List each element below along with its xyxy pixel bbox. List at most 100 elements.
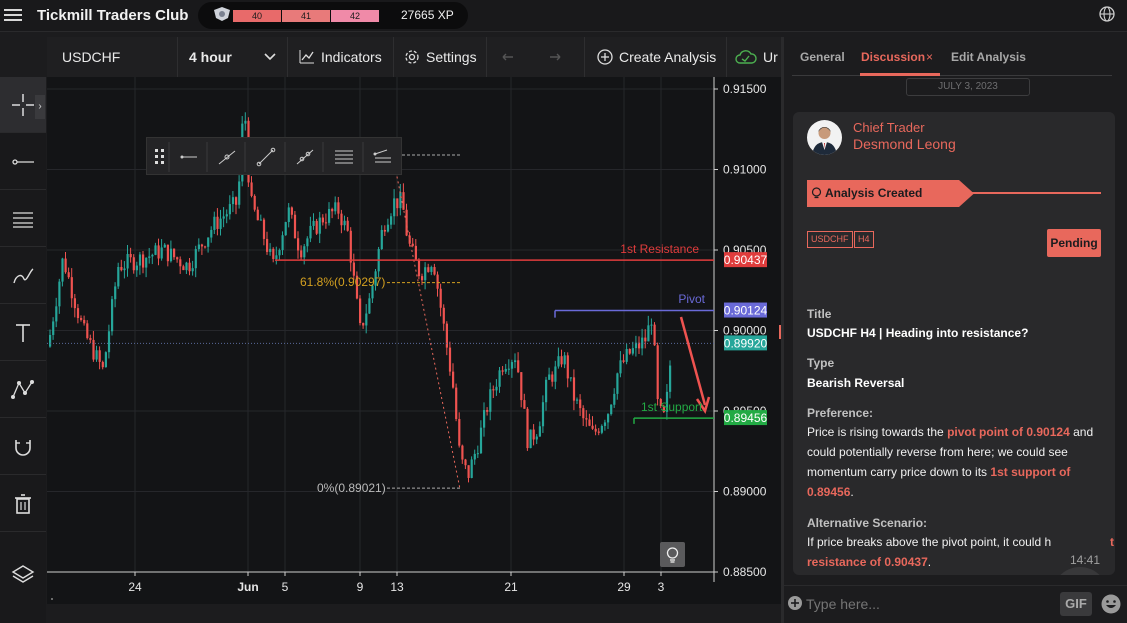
candle-body: [517, 360, 520, 373]
candle-body: [625, 348, 628, 362]
y-tick-label: 0.88500: [723, 565, 767, 579]
candle-body: [430, 267, 433, 272]
tag-symbol: USDCHF: [807, 231, 853, 248]
globe-icon[interactable]: [1098, 5, 1116, 23]
candle-body: [479, 427, 483, 454]
tab-edit-analysis[interactable]: Edit Analysis: [951, 50, 1026, 64]
candle-body: [551, 374, 554, 382]
type-value: Bearish Reversal: [807, 376, 905, 390]
create-analysis-button[interactable]: Create Analysis: [585, 37, 727, 77]
preference-label: Preference:: [807, 406, 874, 420]
drawing-tools: ›: [0, 77, 46, 623]
candle-body: [250, 182, 253, 196]
tab-active-indicator: [860, 73, 940, 76]
xp-progress[interactable]: 40 41 42 27665 XP: [198, 2, 468, 29]
candle-body: [507, 368, 510, 370]
text-tool-icon[interactable]: [0, 305, 46, 361]
candle-body: [386, 224, 390, 232]
candle-body: [92, 339, 95, 360]
gif-button[interactable]: GIF: [1060, 592, 1092, 616]
candle-body: [647, 325, 650, 342]
interval-dropdown[interactable]: 4 hour: [178, 37, 288, 77]
parallel-channel-icon: [335, 150, 353, 164]
x-tick-label: Jun: [237, 580, 258, 594]
drag-handle-icon: [155, 149, 164, 164]
redo-button[interactable]: [533, 37, 585, 77]
candle-body: [204, 246, 207, 248]
expand-tools-icon[interactable]: ›: [35, 95, 45, 119]
candle-body: [492, 389, 495, 391]
candle-body: [486, 410, 489, 412]
author-name: Desmond Leong: [853, 136, 956, 152]
update-button[interactable]: Ur: [727, 37, 781, 77]
candle-body: [396, 198, 399, 209]
close-tab-icon[interactable]: ×: [926, 50, 933, 64]
candle-body: [120, 266, 123, 271]
candle-body: [458, 419, 461, 446]
preference-text: Price is rising towards the pivot point …: [807, 425, 1094, 499]
settings-button[interactable]: Settings: [394, 37, 487, 77]
candle-body: [343, 220, 346, 226]
pattern-icon[interactable]: [0, 362, 46, 418]
annotation-label: 0%(0.89021): [317, 481, 386, 495]
indicators-button[interactable]: Indicators: [288, 37, 394, 77]
horizontal-ray-icon[interactable]: [0, 134, 46, 190]
candle-body: [293, 214, 297, 239]
symbol-label: USDCHF: [62, 49, 121, 65]
price-chart[interactable]: 0.915000.910000.905000.900000.895000.890…: [47, 77, 781, 604]
candle-body: [132, 257, 135, 271]
candle-body: [101, 361, 104, 368]
candle-body: [148, 256, 151, 258]
candle-body: [182, 266, 185, 271]
brush-icon[interactable]: [0, 248, 46, 304]
candle-body: [157, 245, 160, 259]
candle-body: [259, 219, 262, 221]
tab-general[interactable]: General: [800, 50, 845, 64]
candle-body: [656, 345, 659, 400]
candle-body: [70, 277, 73, 299]
undo-button[interactable]: [487, 37, 533, 77]
emoji-icon[interactable]: [1100, 593, 1122, 615]
candle-body: [436, 274, 439, 289]
candle-body: [142, 254, 145, 268]
lightbulb-icon[interactable]: [660, 542, 685, 567]
candle-body: [554, 366, 557, 382]
fibonacci-icon[interactable]: [0, 191, 46, 247]
candle-body: [644, 337, 647, 342]
candle-body: [514, 360, 517, 363]
tab-discussion[interactable]: Discussion: [861, 50, 925, 64]
candle-body: [448, 347, 452, 372]
add-circle-icon[interactable]: [787, 595, 803, 611]
analysis-panel: General Discussion × Edit Analysis JULY …: [784, 37, 1127, 623]
candle-body: [455, 387, 458, 420]
x-tick-label: 5: [282, 580, 289, 594]
candle-body: [461, 445, 464, 460]
candle-body: [560, 356, 563, 365]
candle-body: [256, 209, 259, 221]
magnet-icon[interactable]: [0, 419, 46, 475]
candle-body: [107, 331, 111, 353]
chart-toolbar: USDCHF 4 hour Indicators Settings Create…: [47, 37, 781, 77]
x-tick-label: 13: [390, 580, 404, 594]
candle-body: [228, 204, 231, 215]
candle-body: [535, 436, 538, 440]
y-tick-label: 0.89000: [723, 485, 767, 499]
top-bar: Tickmill Traders Club 40 41 42 27665 XP: [0, 0, 1127, 32]
candle-body: [290, 207, 293, 215]
candle-body: [520, 372, 523, 401]
candle-body: [89, 338, 92, 340]
candle-body: [390, 216, 393, 225]
message-input[interactable]: [806, 593, 1046, 615]
candle-body: [219, 218, 222, 229]
candle-body: [529, 429, 532, 449]
layers-icon[interactable]: [0, 547, 46, 603]
candle-body: [231, 197, 235, 205]
annotation-label: Pivot: [678, 292, 705, 306]
menu-icon[interactable]: [4, 6, 22, 24]
trash-icon[interactable]: [0, 476, 46, 532]
candle-body: [297, 238, 300, 251]
symbol-selector[interactable]: USDCHF: [47, 37, 178, 77]
candle-body: [114, 286, 117, 300]
candle-body: [495, 386, 498, 391]
candle-body: [111, 299, 114, 332]
